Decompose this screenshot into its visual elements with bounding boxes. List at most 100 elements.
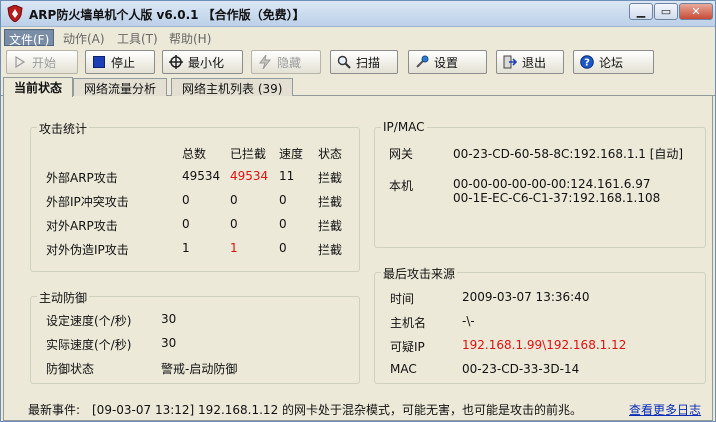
row-label: 外部IP冲突攻击 [46, 195, 129, 209]
attack-stats-title: 攻击统计 [37, 120, 90, 137]
active-defense-group: 主动防御 设定速度(个/秒) 30 实际速度(个/秒) 30 防御状态 警戒-启… [30, 289, 360, 384]
local-value-1: 00-00-00-00-00-00:124.161.6.97 [453, 177, 651, 191]
play-icon [12, 54, 28, 70]
window-title: ARP防火墙单机个人版 v6.0.1 【合作版（免费）】 [29, 8, 305, 22]
magnifier-icon [336, 54, 352, 70]
row-speed: 11 [279, 169, 295, 183]
row-status: 拦截 [318, 243, 343, 257]
minimize-app-button[interactable]: 最小化 [162, 50, 243, 74]
row-speed: 0 [279, 217, 287, 231]
latest-event-label: 最新事件: [28, 403, 81, 417]
defense-status-label: 防御状态 [46, 362, 95, 376]
stop-label: 停止 [111, 55, 136, 70]
actual-speed-label: 实际速度(个/秒) [46, 338, 132, 352]
help-icon: ? [579, 54, 595, 70]
row-status: 拦截 [318, 171, 343, 185]
tab-strip: 当前状态 网络流量分析 网络主机列表 (39) [1, 77, 715, 97]
row-total: 1 [182, 241, 190, 255]
defense-status-value: 警戒-启动防御 [161, 362, 238, 376]
row-total: 49534 [182, 169, 221, 183]
menu-bar: 文件(F) 动作(A) 工具(T) 帮助(H) [1, 28, 715, 47]
row-label: 对外伪造IP攻击 [46, 243, 129, 257]
header-blocked: 已拦截 [230, 147, 267, 161]
status-panel: 攻击统计 总数 已拦截 速度 状态 外部ARP攻击 49534 49534 11… [3, 96, 713, 421]
row-blocked: 0 [230, 193, 238, 207]
row-total: 0 [182, 193, 190, 207]
latest-event-text: [09-03-07 13:12] 192.168.1.12 的网卡处于混杂模式，… [92, 403, 583, 417]
ip-mac-group: IP/MAC 网关 00-23-CD-60-58-8C:192.168.1.1 … [374, 120, 706, 248]
lightning-icon [257, 54, 273, 70]
row-status: 拦截 [318, 195, 343, 209]
row-status: 拦截 [318, 219, 343, 233]
header-total: 总数 [182, 147, 207, 161]
attack-time-label: 时间 [390, 292, 415, 306]
attack-time-value: 2009-03-07 13:36:40 [462, 290, 590, 304]
menu-help[interactable]: 帮助(H) [165, 29, 215, 46]
stop-button[interactable]: 停止 [85, 50, 155, 74]
maximize-window-button[interactable]: ▭ [654, 3, 678, 20]
gateway-label: 网关 [389, 147, 414, 161]
settings-label: 设置 [434, 55, 459, 70]
minimize-icon: ▁ [636, 5, 646, 18]
row-blocked: 1 [230, 241, 238, 255]
scan-button[interactable]: 扫描 [330, 50, 398, 74]
exit-button[interactable]: 退出 [496, 50, 564, 74]
attack-mac-value: 00-23-CD-33-3D-14 [462, 362, 580, 376]
gateway-value: 00-23-CD-60-58-8C:192.168.1.1 [自动] [453, 147, 684, 161]
menu-file[interactable]: 文件(F) [4, 29, 55, 47]
forum-button[interactable]: ? 论坛 [573, 50, 654, 74]
tab-traffic-analysis[interactable]: 网络流量分析 [73, 78, 168, 96]
hide-button[interactable]: 隐藏 [251, 50, 321, 74]
app-window: ARP防火墙单机个人版 v6.0.1 【合作版（免费）】 ▁ ▭ ✕ 文件(F)… [0, 0, 716, 422]
ip-mac-title: IP/MAC [381, 120, 427, 134]
menu-action[interactable]: 动作(A) [59, 29, 109, 46]
row-blocked: 0 [230, 217, 238, 231]
shield-app-icon [7, 5, 23, 22]
row-blocked: 49534 [230, 169, 269, 183]
suspicious-ip-label: 可疑IP [390, 340, 425, 354]
exit-door-icon [502, 54, 518, 70]
settings-icon [414, 54, 430, 70]
attack-mac-label: MAC [390, 362, 417, 376]
start-button[interactable]: 开始 [6, 50, 78, 74]
attack-host-label: 主机名 [390, 316, 427, 330]
row-total: 0 [182, 217, 190, 231]
set-speed-value: 30 [161, 312, 177, 326]
forum-label: 论坛 [599, 55, 624, 70]
stop-icon [91, 54, 107, 70]
minimize-app-label: 最小化 [188, 55, 225, 70]
row-label: 对外ARP攻击 [46, 219, 118, 233]
suspicious-ip-value: 192.168.1.99\192.168.1.12 [462, 338, 627, 352]
attack-host-value: -\- [462, 314, 475, 328]
row-label: 外部ARP攻击 [46, 171, 118, 185]
maximize-icon: ▭ [660, 5, 672, 18]
header-status: 状态 [318, 147, 343, 161]
tab-current-status[interactable]: 当前状态 [3, 77, 74, 97]
close-icon: ✕ [691, 5, 701, 18]
settings-button[interactable]: 设置 [408, 50, 487, 74]
start-label: 开始 [32, 55, 57, 70]
svg-text:?: ? [584, 58, 590, 69]
close-window-button[interactable]: ✕ [679, 3, 713, 20]
view-more-logs-link[interactable]: 查看更多日志 [629, 401, 701, 418]
row-speed: 0 [279, 193, 287, 207]
last-attack-group: 最后攻击来源 时间 2009-03-07 13:36:40 主机名 -\- 可疑… [374, 265, 706, 384]
header-speed: 速度 [279, 147, 304, 161]
row-speed: 0 [279, 241, 287, 255]
local-label: 本机 [389, 179, 414, 193]
hide-label: 隐藏 [277, 55, 302, 70]
exit-label: 退出 [522, 55, 547, 70]
local-value-2: 00-1E-EC-C6-C1-37:192.168.1.108 [453, 191, 661, 205]
crosshair-icon [168, 54, 184, 70]
toolbar: 开始 停止 最小化 隐藏 扫描 设置 退出 ? 论坛 [1, 48, 715, 77]
tab-host-list[interactable]: 网络主机列表 (39) [171, 78, 294, 96]
attack-stats-group: 攻击统计 总数 已拦截 速度 状态 外部ARP攻击 49534 49534 11… [30, 120, 360, 272]
active-defense-title: 主动防御 [37, 289, 90, 306]
set-speed-label: 设定速度(个/秒) [46, 314, 132, 328]
scan-label: 扫描 [356, 55, 381, 70]
title-bar: ARP防火墙单机个人版 v6.0.1 【合作版（免费）】 ▁ ▭ ✕ [1, 1, 715, 27]
actual-speed-value: 30 [161, 336, 177, 350]
minimize-window-button[interactable]: ▁ [629, 3, 653, 20]
last-attack-title: 最后攻击来源 [381, 265, 458, 282]
menu-tools[interactable]: 工具(T) [113, 29, 162, 46]
